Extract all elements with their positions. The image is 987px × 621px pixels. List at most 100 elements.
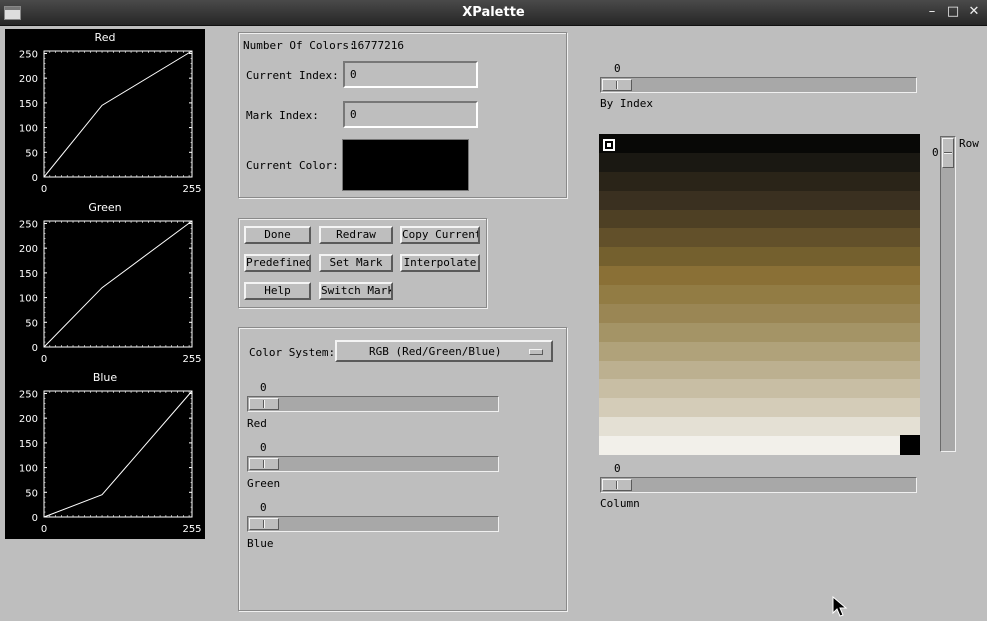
y-tick-label: 200	[19, 244, 38, 255]
y-tick-label: 250	[19, 389, 38, 400]
y-tick-label: 0	[32, 343, 38, 354]
blue-slider-label: Blue	[247, 537, 274, 550]
num-colors-label: Number Of Colors:	[243, 39, 356, 52]
palette-row[interactable]	[599, 247, 920, 267]
by-index-label: By Index	[600, 97, 653, 110]
done-button[interactable]: Done	[244, 226, 311, 244]
x-tick-label: 255	[182, 524, 201, 535]
y-tick-label: 100	[19, 294, 38, 305]
x-tick-label: 255	[182, 354, 201, 365]
curve-red	[43, 50, 193, 178]
y-tick-label: 50	[25, 148, 38, 159]
color-palette-grid[interactable]	[599, 134, 920, 456]
help-button[interactable]: Help	[244, 282, 311, 300]
red-slider-label: Red	[247, 417, 267, 430]
column-label: Column	[600, 497, 640, 510]
dropdown-indicator-icon	[529, 349, 543, 355]
mark-index-value: 0	[350, 108, 357, 121]
palette-row[interactable]	[599, 322, 920, 342]
row-slider-thumb[interactable]	[942, 138, 954, 168]
palette-row[interactable]	[599, 209, 920, 229]
palette-row[interactable]	[599, 341, 920, 361]
green-slider-value: 0	[260, 441, 267, 454]
y-tick-label: 250	[19, 219, 38, 230]
rgb-curves-plots[interactable]: 2502001501005000 2552502001501005000 25525…	[5, 29, 205, 539]
interpolate-button[interactable]: Interpolate	[400, 254, 480, 272]
y-tick-label: 250	[19, 49, 38, 60]
column-slider[interactable]	[600, 477, 917, 493]
current-index-label: Current Index:	[246, 69, 339, 82]
row-label: Row	[959, 137, 979, 150]
by-index-slider[interactable]	[600, 77, 917, 93]
title-bar: XPalette – □ ✕	[0, 0, 987, 26]
set-mark-button[interactable]: Set Mark	[319, 254, 393, 272]
current-color-swatch	[342, 139, 469, 191]
red-slider[interactable]	[247, 396, 499, 412]
y-tick-label: 200	[19, 414, 38, 425]
palette-row[interactable]	[599, 379, 920, 399]
y-tick-label: 150	[19, 269, 38, 280]
mouse-cursor-icon	[832, 596, 848, 617]
num-colors-value: 16777216	[351, 39, 404, 52]
curve-blue	[43, 390, 193, 518]
blue-slider[interactable]	[247, 516, 499, 532]
plot-frame	[43, 220, 193, 348]
minimize-icon[interactable]: –	[924, 4, 940, 20]
red-slider-value: 0	[260, 381, 267, 394]
palette-row[interactable]	[599, 228, 920, 248]
color-system-label: Color System:	[249, 346, 336, 359]
y-tick-label: 0	[32, 513, 38, 524]
palette-row[interactable]	[599, 285, 920, 305]
by-index-value: 0	[614, 62, 621, 75]
x-tick-label: 0	[41, 354, 47, 365]
maximize-icon[interactable]: □	[945, 4, 961, 20]
column-value: 0	[614, 462, 621, 475]
palette-row[interactable]	[599, 303, 920, 323]
y-tick-label: 100	[19, 124, 38, 135]
red-slider-thumb[interactable]	[249, 398, 279, 410]
x-tick-label: 0	[41, 184, 47, 195]
y-tick-label: 150	[19, 439, 38, 450]
y-tick-label: 100	[19, 464, 38, 475]
current-index-value: 0	[350, 68, 357, 81]
x-tick-label: 255	[182, 184, 201, 195]
row-slider[interactable]	[940, 136, 956, 452]
y-tick-label: 50	[25, 488, 38, 499]
blue-slider-value: 0	[260, 501, 267, 514]
switch-mark-button[interactable]: Switch Mark	[319, 282, 393, 300]
green-slider[interactable]	[247, 456, 499, 472]
predefined-button[interactable]: Predefined	[244, 254, 311, 272]
color-system-selected: RGB (Red/Green/Blue)	[369, 345, 502, 358]
by-index-slider-thumb[interactable]	[602, 79, 632, 91]
mark-marker-icon	[603, 139, 615, 151]
row-value: 0	[932, 146, 939, 159]
mark-index-label: Mark Index:	[246, 109, 319, 122]
mark-index-field[interactable]: 0	[343, 101, 478, 128]
green-slider-thumb[interactable]	[249, 458, 279, 470]
window-title: XPalette	[462, 5, 525, 20]
palette-row[interactable]	[599, 190, 920, 210]
plot-frame	[43, 50, 193, 178]
palette-row[interactable]	[599, 134, 920, 153]
palette-row[interactable]	[599, 360, 920, 380]
bottom-edge	[0, 617, 987, 621]
close-icon[interactable]: ✕	[966, 4, 982, 20]
current-index-field[interactable]: 0	[343, 61, 478, 88]
curve-green	[43, 220, 193, 348]
palette-row[interactable]	[599, 266, 920, 286]
copy-current-button[interactable]: Copy Current	[400, 226, 480, 244]
palette-row[interactable]	[599, 436, 920, 456]
redraw-button[interactable]: Redraw	[319, 226, 393, 244]
green-slider-label: Green	[247, 477, 281, 490]
color-system-dropdown[interactable]: RGB (Red/Green/Blue)	[335, 340, 553, 362]
current-color-label: Current Color:	[246, 159, 339, 172]
y-tick-label: 0	[32, 173, 38, 184]
palette-row[interactable]	[599, 398, 920, 418]
rgb-curves-panel: Red Green Blue 250 200 150 100 50 0 0 255 250 200…	[5, 29, 205, 539]
column-slider-thumb[interactable]	[602, 479, 632, 491]
y-tick-label: 150	[19, 99, 38, 110]
blue-slider-thumb[interactable]	[249, 518, 279, 530]
palette-row[interactable]	[599, 417, 920, 437]
palette-row[interactable]	[599, 171, 920, 191]
palette-row[interactable]	[599, 152, 920, 172]
